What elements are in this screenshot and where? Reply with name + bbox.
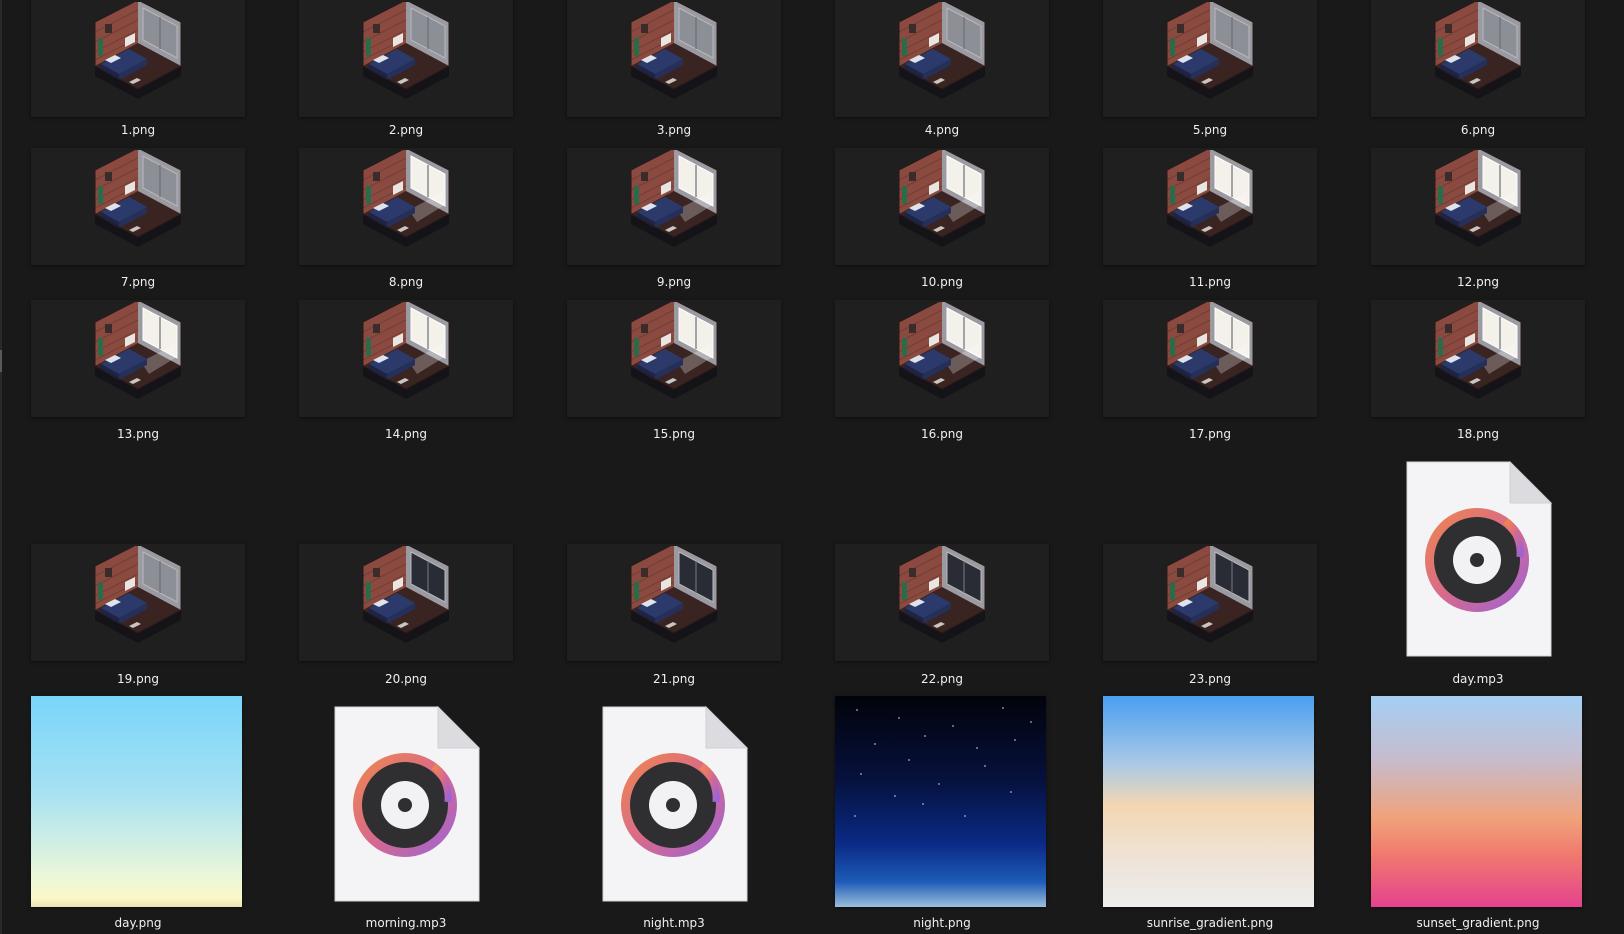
image-thumbnail	[299, 300, 513, 417]
isometric-bedroom-thumbnail-icon	[630, 302, 718, 399]
isometric-bedroom-thumbnail-icon	[1434, 150, 1522, 247]
image-thumbnail	[567, 544, 781, 661]
file-explorer-large-icons-view: 1.png 2.png 3.png 4.png 5.png 6.png 7.pn…	[0, 0, 1624, 934]
sunrise-gradient-thumbnail	[1103, 696, 1314, 907]
isometric-bedroom-thumbnail-icon	[1166, 150, 1254, 247]
file-name-label: sunrise_gradient.png	[1146, 916, 1274, 930]
file-name-label: 8.png	[388, 275, 424, 289]
isometric-bedroom-thumbnail-icon	[362, 302, 450, 399]
file-name-label: night.png	[913, 916, 971, 930]
file-name-label: 12.png	[1457, 275, 1499, 289]
image-thumbnail	[1371, 300, 1585, 417]
image-thumbnail	[835, 544, 1049, 661]
isometric-bedroom-thumbnail-icon	[1166, 302, 1254, 399]
sunset-gradient-thumbnail	[1371, 696, 1582, 907]
file-name-label: 11.png	[1189, 275, 1231, 289]
image-thumbnail	[567, 0, 781, 117]
isometric-bedroom-thumbnail-icon	[630, 546, 718, 643]
isometric-bedroom-thumbnail-icon	[362, 150, 450, 247]
isometric-bedroom-thumbnail-icon	[1166, 546, 1254, 643]
file-name-label: 17.png	[1189, 427, 1231, 441]
image-thumbnail	[299, 0, 513, 117]
file-name-label: 10.png	[921, 275, 963, 289]
image-thumbnail	[567, 300, 781, 417]
file-name-label: morning.mp3	[365, 916, 447, 930]
night-sky-thumbnail	[835, 696, 1046, 907]
isometric-bedroom-thumbnail-icon	[362, 546, 450, 643]
music-file-icon	[1406, 461, 1552, 657]
image-thumbnail	[31, 0, 245, 117]
image-thumbnail	[31, 544, 245, 661]
file-name-label: 14.png	[385, 427, 427, 441]
isometric-bedroom-thumbnail-icon	[362, 2, 450, 99]
image-thumbnail	[835, 300, 1049, 417]
file-name-label: 9.png	[656, 275, 692, 289]
image-thumbnail	[1103, 148, 1317, 265]
isometric-bedroom-thumbnail-icon	[898, 302, 986, 399]
image-thumbnail	[1103, 300, 1317, 417]
file-name-label: 22.png	[921, 672, 963, 686]
isometric-bedroom-thumbnail-icon	[94, 302, 182, 399]
isometric-bedroom-thumbnail-icon	[898, 150, 986, 247]
navigation-pane-edge	[0, 0, 2, 934]
file-name-label: 15.png	[653, 427, 695, 441]
isometric-bedroom-thumbnail-icon	[1166, 2, 1254, 99]
file-name-label: 20.png	[385, 672, 427, 686]
isometric-bedroom-thumbnail-icon	[630, 2, 718, 99]
isometric-bedroom-thumbnail-icon	[1434, 2, 1522, 99]
file-name-label: day.mp3	[1452, 672, 1504, 686]
file-name-label: 23.png	[1189, 672, 1231, 686]
image-thumbnail	[1103, 544, 1317, 661]
isometric-bedroom-thumbnail-icon	[1434, 302, 1522, 399]
file-name-label: 5.png	[1192, 123, 1228, 137]
file-name-label: 18.png	[1457, 427, 1499, 441]
isometric-bedroom-thumbnail-icon	[630, 150, 718, 247]
file-name-label: 2.png	[388, 123, 424, 137]
file-name-label: 1.png	[120, 123, 156, 137]
image-thumbnail	[31, 300, 245, 417]
music-file-icon	[602, 706, 748, 902]
file-name-label: 13.png	[117, 427, 159, 441]
file-name-label: 16.png	[921, 427, 963, 441]
isometric-bedroom-thumbnail-icon	[94, 546, 182, 643]
music-file-icon	[334, 706, 480, 902]
file-name-label: 4.png	[924, 123, 960, 137]
file-name-label: sunset_gradient.png	[1416, 916, 1540, 930]
image-thumbnail	[1371, 148, 1585, 265]
image-thumbnail	[1371, 0, 1585, 117]
file-name-label: 19.png	[117, 672, 159, 686]
stars-overlay	[854, 707, 1032, 817]
isometric-bedroom-thumbnail-icon	[898, 546, 986, 643]
image-thumbnail	[835, 0, 1049, 117]
sky-gradient-thumbnail	[31, 696, 242, 907]
file-name-label: night.mp3	[643, 916, 705, 930]
file-name-label: 6.png	[1460, 123, 1496, 137]
file-name-label: 7.png	[120, 275, 156, 289]
file-name-label: 3.png	[656, 123, 692, 137]
image-thumbnail	[1103, 0, 1317, 117]
isometric-bedroom-thumbnail-icon	[94, 2, 182, 99]
isometric-bedroom-thumbnail-icon	[94, 150, 182, 247]
image-thumbnail	[31, 148, 245, 265]
file-name-label: 21.png	[653, 672, 695, 686]
image-thumbnail	[299, 148, 513, 265]
image-thumbnail	[299, 544, 513, 661]
isometric-bedroom-thumbnail-icon	[898, 2, 986, 99]
pane-splitter-handle[interactable]	[0, 350, 2, 372]
image-thumbnail	[835, 148, 1049, 265]
image-thumbnail	[567, 148, 781, 265]
file-name-label: day.png	[114, 916, 162, 930]
